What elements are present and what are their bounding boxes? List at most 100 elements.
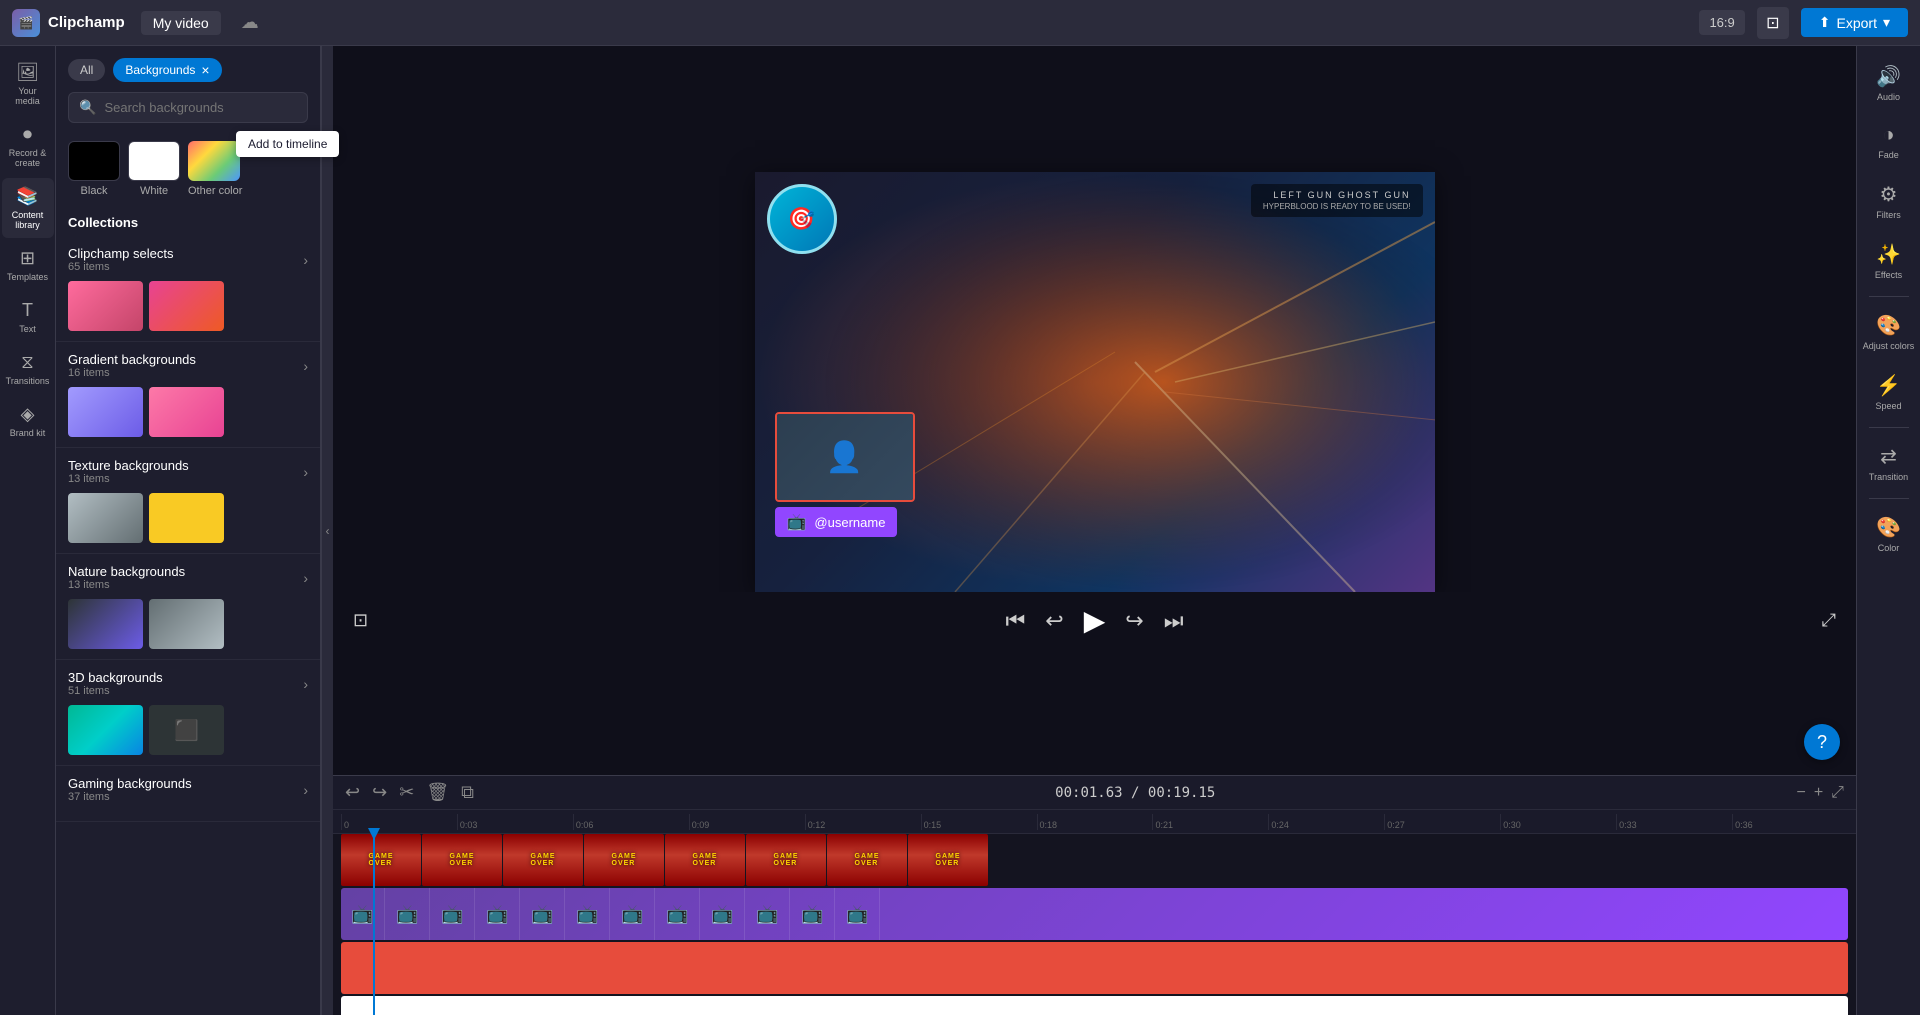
twitch-clip[interactable]: 📺 [746, 888, 790, 940]
add-to-timeline-button[interactable]: Add to timeline [236, 131, 339, 157]
collection-thumb[interactable] [149, 387, 224, 437]
collection-header[interactable]: Clipchamp selects 65 items › [68, 246, 308, 273]
captions-icon: ⊡ [1766, 13, 1779, 33]
filter-all[interactable]: All [68, 59, 105, 81]
twitch-clip[interactable]: 📺 [836, 888, 880, 940]
collection-header[interactable]: 3D backgrounds 51 items › [68, 670, 308, 697]
collection-header[interactable]: Nature backgrounds 13 items › [68, 564, 308, 591]
other-color-swatch[interactable] [188, 141, 240, 181]
twitch-clip[interactable]: 📺 [791, 888, 835, 940]
cut-button[interactable]: ✂ [399, 782, 414, 803]
skip-forward-button[interactable]: ⏭ [1164, 608, 1184, 634]
sidebar-item-content-library[interactable]: 📚 Content library [2, 178, 54, 238]
gameover-clip[interactable]: GAMEOVER [503, 834, 583, 886]
skip-back-button[interactable]: ⏮ [1005, 608, 1025, 634]
sidebar-label-record-create: Record & create [6, 148, 50, 168]
export-button[interactable]: ⬆ Export ▾ [1801, 8, 1908, 37]
forward-button[interactable]: ↪ [1125, 608, 1143, 634]
audio-clip[interactable] [341, 996, 1848, 1015]
panel-header: All Backgrounds × 🔍 [56, 46, 320, 131]
collection-texture-backgrounds: Texture backgrounds 13 items › [56, 448, 320, 554]
gameover-clip[interactable]: GAMEOVER [746, 834, 826, 886]
tracks-container: GAMEOVER GAMEOVER GAMEOVER GAMEOVER [333, 834, 1856, 1015]
collection-thumb[interactable] [149, 493, 224, 543]
aspect-ratio[interactable]: 16:9 [1699, 10, 1744, 35]
gameover-clip[interactable]: GAMEOVER [341, 834, 421, 886]
help-button[interactable]: ? [1804, 724, 1840, 760]
gameover-clip[interactable]: GAMEOVER [584, 834, 664, 886]
gameover-clip[interactable]: GAMEOVER [665, 834, 745, 886]
collection-thumb[interactable] [68, 493, 143, 543]
gameover-clip[interactable]: GAMEOVER [827, 834, 907, 886]
collection-thumb[interactable] [149, 281, 224, 331]
white-swatch[interactable] [128, 141, 180, 181]
collection-gradient-backgrounds: Gradient backgrounds 16 items › [56, 342, 320, 448]
app-logo[interactable]: 🎬 Clipchamp [12, 9, 125, 37]
gameover-clip[interactable]: GAMEOVER [908, 834, 988, 886]
chevron-right-icon: › [303, 464, 308, 480]
collection-thumb[interactable] [68, 281, 143, 331]
collection-thumb[interactable] [68, 387, 143, 437]
collection-thumb[interactable]: ⬛ [149, 705, 224, 755]
webcam-feed: 👤 [777, 414, 913, 500]
gameover-clip[interactable]: GAMEOVER [422, 834, 502, 886]
collection-header[interactable]: Texture backgrounds 13 items › [68, 458, 308, 485]
red-background-clip[interactable] [341, 942, 1848, 994]
right-audio[interactable]: 🔊 Audio [1859, 54, 1919, 112]
twitch-clip[interactable]: 📺 [341, 888, 385, 940]
gameover-clips[interactable]: GAMEOVER GAMEOVER GAMEOVER GAMEOVER [341, 834, 1848, 886]
twitch-clip[interactable]: 📺 [386, 888, 430, 940]
panel-collapse-handle[interactable]: ‹ [321, 46, 333, 1015]
sidebar-item-transitions[interactable]: ⧖ Transitions [2, 344, 54, 394]
collection-header[interactable]: Gaming backgrounds 37 items › [68, 776, 308, 803]
twitch-clip[interactable]: 📺 [521, 888, 565, 940]
twitch-clip[interactable]: 📺 [701, 888, 745, 940]
duplicate-button[interactable]: ⧉ [461, 782, 474, 803]
search-input[interactable] [104, 100, 297, 115]
undo-button[interactable]: ↩ [345, 782, 360, 803]
black-swatch[interactable] [68, 141, 120, 181]
hud-left-indicator: 🎯 [767, 184, 837, 254]
sidebar-item-text[interactable]: T Text [2, 292, 54, 342]
twitch-clips[interactable]: 📺 📺 📺 📺 📺 📺 📺 📺 📺 📺 📺 [341, 888, 1848, 940]
delete-button[interactable]: 🗑 [426, 782, 449, 803]
fade-icon: ◑ [1882, 124, 1894, 147]
white-label: White [128, 185, 180, 197]
right-fade[interactable]: ◑ Fade [1859, 114, 1919, 170]
right-effects[interactable]: ✨ Effects [1859, 232, 1919, 290]
sidebar-item-your-media[interactable]: 🖼 Your media [2, 54, 54, 114]
remove-filter-icon[interactable]: × [201, 62, 209, 78]
filter-backgrounds[interactable]: Backgrounds × [113, 58, 221, 82]
collection-thumb[interactable] [149, 599, 224, 649]
playhead[interactable] [373, 834, 375, 1015]
twitch-clip[interactable]: 📺 [656, 888, 700, 940]
collection-thumb[interactable] [68, 705, 143, 755]
collection-header[interactable]: Gradient backgrounds 16 items › [68, 352, 308, 379]
timeline-scroll[interactable]: 0 0:03 0:06 0:09 0:12 0:15 0:18 0:21 0:2… [333, 810, 1856, 1015]
crop-button[interactable]: ⊡ [353, 610, 368, 631]
rewind-button[interactable]: ↩ [1045, 608, 1063, 634]
ruler-mark: 0:24 [1268, 814, 1384, 830]
play-button[interactable]: ▶ [1084, 604, 1106, 637]
right-transition[interactable]: ⇄ Transition [1859, 434, 1919, 492]
collection-thumb[interactable] [68, 599, 143, 649]
zoom-out-button[interactable]: − [1796, 784, 1805, 802]
fullscreen-button[interactable]: ⤢ [1822, 610, 1836, 631]
project-tab[interactable]: My video [141, 11, 221, 35]
twitch-clip[interactable]: 📺 [566, 888, 610, 940]
twitch-clip[interactable]: 📺 [611, 888, 655, 940]
captions-button[interactable]: ⊡ [1757, 7, 1789, 39]
sidebar-item-brand-kit[interactable]: ◈ Brand kit [2, 396, 54, 446]
right-speed[interactable]: ⚡ Speed [1859, 363, 1919, 421]
sidebar-item-templates[interactable]: ⊞ Templates [2, 240, 54, 290]
twitch-clip[interactable]: 📺 [476, 888, 520, 940]
twitch-clip[interactable]: 📺 [431, 888, 475, 940]
redo-button[interactable]: ↪ [372, 782, 387, 803]
sidebar-item-record-create[interactable]: ⏺ Record & create [2, 116, 54, 176]
right-adjust-colors[interactable]: 🎨 Adjust colors [1859, 303, 1919, 361]
fit-timeline-button[interactable]: ⤢ [1831, 784, 1844, 802]
right-filters[interactable]: ⚙ Filters [1859, 172, 1919, 230]
right-color[interactable]: 🎨 Color [1859, 505, 1919, 563]
other-label: Other color [188, 185, 242, 197]
zoom-in-button[interactable]: + [1814, 784, 1823, 802]
